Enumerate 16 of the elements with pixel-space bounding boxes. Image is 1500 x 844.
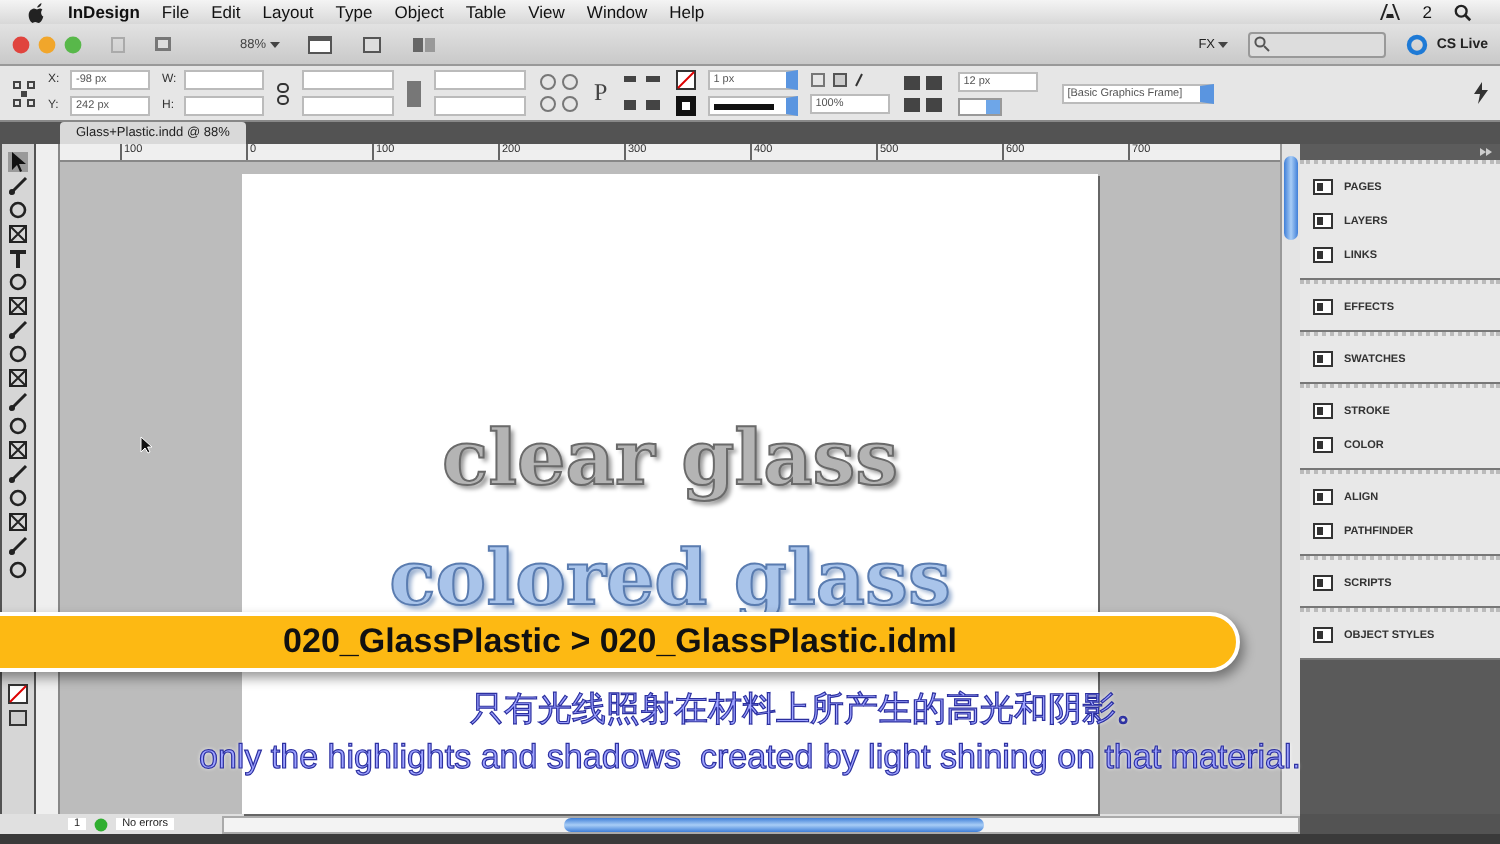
menu-item[interactable]: File: [161, 2, 190, 22]
glass-text: colored glass: [389, 530, 951, 626]
menu-item[interactable]: Layout: [262, 2, 314, 22]
menu-item[interactable]: Window: [586, 2, 648, 22]
menu-badge[interactable]: 2: [1422, 2, 1432, 22]
app-menu[interactable]: InDesign: [68, 2, 140, 22]
menu-item[interactable]: Edit: [211, 2, 241, 22]
menu-item[interactable]: Table: [465, 2, 507, 22]
menu-item[interactable]: View: [528, 2, 565, 22]
glass-text: clear glass: [441, 410, 899, 506]
menu-item[interactable]: Help: [669, 2, 705, 22]
type-glyph[interactable]: P: [594, 78, 608, 108]
menu-item[interactable]: Type: [335, 2, 373, 22]
subtitle-line: 只有光线照射在材料上所产生的高光和阴影。: [470, 688, 1150, 732]
banner-title: 020_GlassPlastic > 020_GlassPlastic.idml: [281, 622, 957, 662]
menu-item[interactable]: Object: [394, 2, 444, 22]
